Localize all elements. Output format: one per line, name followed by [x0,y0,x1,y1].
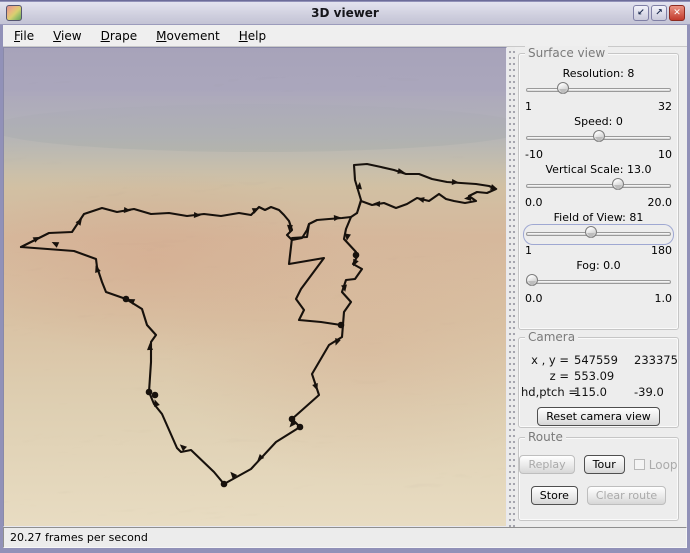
slider-track[interactable] [524,81,673,100]
tour-button[interactable]: Tour [583,455,625,474]
menu-movement[interactable]: Movement [151,27,225,45]
slider-min: -10 [525,148,543,161]
slider-vertical-scale: Vertical Scale: 13.0 0.0 20.0 [523,162,674,210]
splitter[interactable] [507,47,515,527]
menu-view[interactable]: View [48,27,86,45]
slider-max: 32 [658,100,672,113]
menu-bar: File View Drape Movement Help [3,25,687,47]
menu-drape[interactable]: Drape [96,27,143,45]
slider-label: Resolution: 8 [562,67,635,80]
menu-help[interactable]: Help [234,27,271,45]
route-title: Route [525,430,566,444]
maximize-button[interactable]: ↗ [651,5,667,21]
slider-thumb[interactable] [526,274,538,286]
loop-checkbox-box[interactable] [633,459,645,470]
camera-z-row: z = 553.09 [521,368,676,384]
slider-track[interactable] [524,273,673,292]
camera-hdptch-label: hd,ptch = [521,385,578,399]
slider-track[interactable] [524,129,673,148]
camera-y-value: 233375 [634,353,678,367]
slider-speed: Speed: 0 -10 10 [523,114,674,162]
camera-heading-value: 115.0 [574,385,607,399]
slider-label: Field of View: 81 [553,211,644,224]
slider-label: Fog: 0.0 [576,259,621,272]
loop-checkbox[interactable]: Loop [633,457,678,472]
store-button[interactable]: Store [530,486,578,505]
app-window: 3D viewer ↙ ↗ ✕ File View Drape Movement Hel… [0,0,690,553]
slider-max: 1.0 [654,292,673,305]
clear-route-button[interactable]: Clear route [586,486,667,505]
route-group: Route Replay Tour Loop Store Clear route [518,430,679,521]
camera-xy-row: x , y = 547559 233375 [521,352,678,368]
slider-field-of-view: Field of View: 81 1 180 [523,210,674,258]
slider-track[interactable] [524,177,673,196]
camera-title: Camera [525,330,579,344]
slider-max: 20.0 [647,196,673,209]
camera-group: Camera x , y = 547559 233375 z = 553.09 … [518,330,679,428]
status-bar: 20.27 frames per second [3,527,687,548]
sliders: Resolution: 8 1 32 Speed: 0 -10 10 Vertical Sc… [523,66,674,306]
slider-fog: Fog: 0.0 0.0 1.0 [523,258,674,306]
surface-view-group: Surface view Resolution: 8 1 32 Speed: 0 -10… [518,46,679,330]
slider-min: 1 [525,100,532,113]
loop-checkbox-label: Loop [648,457,678,472]
window-title: 3D viewer [311,6,379,20]
slider-thumb[interactable] [585,226,598,238]
minimize-button[interactable]: ↙ [633,5,649,21]
fps-text: 20.27 frames per second [10,531,148,544]
camera-xy-label: x , y = [531,353,569,367]
slider-min: 1 [525,244,532,257]
reset-camera-button[interactable]: Reset camera view [537,407,660,426]
slider-label: Speed: 0 [574,115,623,128]
slider-thumb[interactable] [556,82,569,94]
menu-file[interactable]: File [9,27,39,45]
replay-button[interactable]: Replay [519,455,575,474]
slider-min: 0.0 [525,196,543,209]
slider-thumb[interactable] [592,130,605,142]
slider-max: 180 [651,244,672,257]
control-panel: Surface view Resolution: 8 1 32 Speed: 0 -10… [515,46,687,527]
slider-max: 10 [658,148,672,161]
terrain-view[interactable] [3,47,507,527]
terrain-scene [4,48,506,526]
slider-thumb[interactable] [612,178,625,190]
camera-hdptch-row: hd,ptch = 115.0 -39.0 [521,384,676,400]
slider-min: 0.0 [525,292,543,305]
camera-z-value: 553.09 [574,369,615,383]
slider-resolution: Resolution: 8 1 32 [523,66,674,114]
slider-track[interactable] [524,225,673,244]
slider-label: Vertical Scale: 13.0 [545,163,652,176]
camera-z-label: z = [549,369,569,383]
surface-view-title: Surface view [525,46,609,60]
camera-x-value: 547559 [574,353,618,367]
camera-pitch-value: -39.0 [634,385,664,399]
close-button[interactable]: ✕ [669,5,685,21]
title-bar[interactable]: 3D viewer ↙ ↗ ✕ [0,2,690,25]
